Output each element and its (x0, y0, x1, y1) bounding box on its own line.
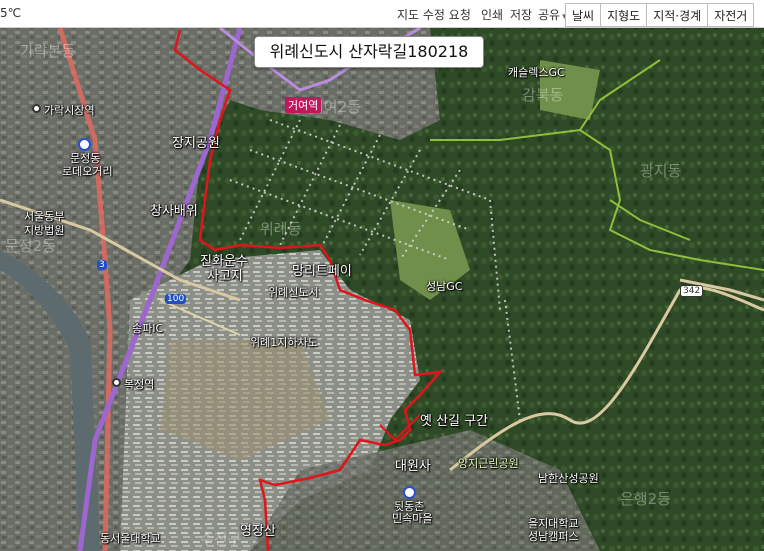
garak-dong-label: 가락본동 (20, 42, 76, 60)
eunhaeng-2-dong-label: 은행2동 (620, 490, 671, 508)
songpa-ic-label[interactable]: 송파IC (132, 320, 163, 336)
gwang-dong-label: 광지동 (640, 162, 682, 180)
gambuk-dong-label: 감북동 (522, 86, 564, 104)
tab-cadastral[interactable]: 지적·경계 (646, 4, 707, 26)
jangji-park-label[interactable]: 장지공원 (172, 132, 220, 151)
satellite-map[interactable] (0, 0, 764, 551)
court-label-line2[interactable]: 지방법원 (24, 222, 64, 238)
route-3-shield: 3 (97, 260, 107, 270)
bokjeong-station-label[interactable]: 복정역 (124, 376, 154, 392)
share-label[interactable]: 공유 (538, 8, 560, 22)
dongseoul-univ-label[interactable]: 동서울대학교 (100, 530, 161, 546)
temperature-readout: 5℃ (0, 6, 22, 20)
garak-station-marker[interactable] (32, 104, 41, 113)
rodeo-label[interactable]: 로데오거리 (62, 163, 113, 179)
changsa-label[interactable]: 창사배위 (150, 200, 198, 219)
edit-request-link[interactable]: 지도 수정 요청 (397, 6, 471, 23)
geoyeo-station-label[interactable]: 거여역 (285, 97, 322, 113)
bokjeong-station-marker[interactable] (112, 378, 121, 387)
print-link[interactable]: 인쇄 (481, 6, 503, 23)
tab-terrain[interactable]: 지형도 (600, 4, 646, 26)
munjeong-2-dong-label: 문정2동 (5, 237, 56, 255)
share-link[interactable]: 공유▾ (538, 6, 567, 23)
map-toolbar: 5℃ 지도 수정 요청 인쇄 저장 공유▾ 날씨 지형도 지적·경계 자전거 (0, 0, 764, 28)
map-layer-tabs: 날씨 지형도 지적·경계 자전거 (565, 3, 755, 27)
wirye-underpass-label: 위례1지하차도 (250, 336, 318, 349)
jinhwa-label-line2[interactable]: 사고지 (207, 265, 243, 284)
wirye-dong-label: 위례동 (260, 220, 302, 238)
tab-weather[interactable]: 날씨 (566, 4, 600, 26)
save-link[interactable]: 저장 (510, 6, 532, 23)
seongnam-gc-label[interactable]: 성남GC (426, 278, 462, 294)
daewonsa-label[interactable]: 대원사 (395, 455, 431, 474)
route-100-shield: 100 (165, 294, 187, 304)
eulji-univ-label-line2[interactable]: 성남캠퍼스 (528, 528, 579, 544)
map-title[interactable]: 위례신도시 산자락길180218 (254, 36, 484, 68)
castle-ex-gc-label[interactable]: 캐슬렉스GC (508, 64, 565, 80)
old-trail-label[interactable]: 옛 산길 구간 (420, 410, 488, 429)
garak-station-label[interactable]: 가락시장역 (44, 102, 95, 118)
tab-bicycle[interactable]: 자전거 (707, 4, 753, 26)
dwitjangteo-label-line2[interactable]: 민속마을 (392, 510, 432, 526)
yangji-park-label[interactable]: 양지근린공원 (458, 455, 519, 471)
sujin-gu-label: 수진구 (200, 530, 242, 548)
namhansanseong-park-label[interactable]: 남한산성공원 (538, 470, 599, 486)
yeongjangsan-label[interactable]: 영장산 (240, 520, 276, 539)
mangrit-label[interactable]: 망리트페이 (292, 260, 352, 279)
wirye-new-town-label[interactable]: 위례신도시 (268, 284, 319, 300)
route-342-shield: 342 (680, 285, 704, 297)
